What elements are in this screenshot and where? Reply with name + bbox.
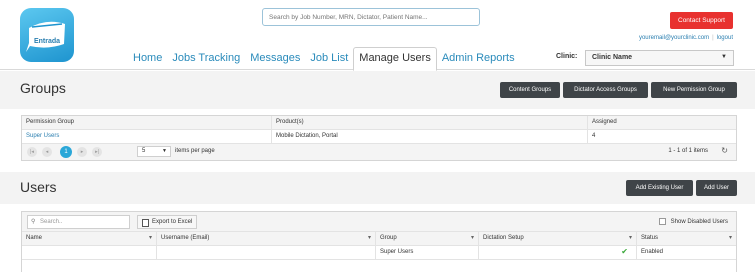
column-header-dictation-setup[interactable]: Dictation Setup ▾ [479, 232, 637, 245]
users-search-placeholder: Search.. [40, 219, 63, 225]
column-header-name[interactable]: Name ▾ [22, 232, 157, 245]
filter-dropdown-icon[interactable]: ▾ [149, 234, 152, 241]
content-groups-button[interactable]: Content Groups [500, 82, 560, 98]
dictator-access-groups-button[interactable]: Dictator Access Groups [563, 82, 648, 98]
new-permission-group-button[interactable]: New Permission Group [651, 82, 737, 98]
user-links: youremail@yourclinic.com | logout [639, 35, 733, 41]
table-row[interactable]: Super Users ✔ Enabled [22, 246, 736, 260]
column-header-group[interactable]: Group ▾ [376, 232, 479, 245]
logo-text: Entrada [33, 38, 61, 45]
tab-jobs-tracking[interactable]: Jobs Tracking [167, 52, 245, 70]
excel-icon [142, 219, 149, 227]
column-header-status-label: Status [641, 235, 659, 241]
user-name-cell [22, 246, 157, 259]
check-icon: ✔ [621, 247, 628, 256]
column-header-username-label: Username (Email) [161, 235, 210, 241]
contact-support-button[interactable]: Contact Support [670, 12, 733, 29]
logo-bubble-icon [26, 21, 65, 52]
clinic-select-value: Clinic Name [592, 54, 633, 61]
groups-pager: |◂ ◂ 1 ▸ ▸| 5 ▼ items per page 1 - 1 of … [22, 144, 736, 160]
clinic-select[interactable]: Clinic Name ▼ [585, 50, 734, 66]
tab-manage-users[interactable]: Manage Users [353, 47, 437, 71]
page-size-value: 5 [142, 148, 146, 154]
global-search-input[interactable] [262, 8, 480, 26]
group-assigned-cell: 4 [592, 133, 596, 139]
clinic-label: Clinic: [556, 53, 578, 60]
users-search-input[interactable]: ⚲ Search.. [27, 215, 130, 229]
filter-dropdown-icon[interactable]: ▾ [729, 234, 732, 241]
show-disabled-label: Show Disabled Users [670, 218, 728, 225]
tab-messages[interactable]: Messages [245, 52, 305, 70]
show-disabled-toggle[interactable]: Show Disabled Users [658, 218, 728, 225]
column-header-username[interactable]: Username (Email) ▾ [157, 232, 376, 245]
show-disabled-checkbox[interactable] [658, 218, 666, 225]
table-row: Super Users Mobile Dictation, Portal 4 [22, 130, 736, 144]
groups-grid-header: Permission Group Product(s) Assigned [22, 116, 736, 130]
group-name-link[interactable]: Super Users [26, 133, 59, 139]
entrada-logo[interactable]: Entrada [20, 8, 74, 62]
tab-home[interactable]: Home [128, 52, 167, 70]
groups-title: Groups [20, 80, 66, 96]
column-header-status[interactable]: Status ▾ [637, 232, 736, 245]
filter-dropdown-icon[interactable]: ▾ [368, 234, 371, 241]
users-grid-header: Name ▾ Username (Email) ▾ Group ▾ Dictation… [22, 232, 736, 246]
logout-link[interactable]: logout [717, 35, 733, 41]
link-separator: | [712, 35, 714, 41]
filter-dropdown-icon[interactable]: ▾ [471, 234, 474, 241]
add-existing-user-button[interactable]: Add Existing User [626, 180, 693, 196]
pager-info: 1 - 1 of 1 items [668, 148, 708, 154]
pager-current-page[interactable]: 1 [60, 146, 72, 158]
user-group-cell: Super Users [376, 246, 479, 259]
main-nav: Home Jobs Tracking Messages Job List Man… [128, 46, 520, 71]
search-icon: ⚲ [31, 219, 36, 225]
column-header-name-label: Name [26, 235, 43, 241]
chevron-down-icon: ▼ [721, 54, 727, 60]
app-header: Entrada Contact Support youremail@yourcl… [0, 0, 755, 71]
user-dictation-setup-cell: ✔ [479, 246, 637, 259]
add-user-button[interactable]: Add User [696, 180, 737, 196]
group-products-cell: Mobile Dictation, Portal [272, 130, 588, 143]
column-header-group-label: Group [380, 235, 397, 241]
user-email-link[interactable]: youremail@yourclinic.com [639, 35, 709, 41]
tab-admin-reports[interactable]: Admin Reports [437, 52, 520, 70]
page-size-select[interactable]: 5 ▼ [137, 146, 171, 157]
column-header-dictation-label: Dictation Setup [483, 235, 524, 241]
per-page-label: items per page [175, 148, 215, 154]
chevron-down-icon: ▼ [162, 148, 167, 154]
last-page-icon[interactable]: ▸| [92, 147, 102, 157]
export-label: Export to Excel [152, 219, 193, 225]
column-header-assigned[interactable]: Assigned [588, 116, 736, 129]
users-grid: ⚲ Search.. Export to Excel Show Disabled… [21, 211, 737, 272]
tab-job-list[interactable]: Job List [305, 52, 353, 70]
filter-dropdown-icon[interactable]: ▾ [629, 234, 632, 241]
column-header-products[interactable]: Product(s) [272, 116, 588, 129]
users-title: Users [20, 179, 57, 195]
user-username-cell [157, 246, 376, 259]
users-toolbar: ⚲ Search.. Export to Excel Show Disabled… [22, 212, 736, 232]
column-header-permission-group[interactable]: Permission Group [22, 116, 272, 129]
next-page-icon[interactable]: ▸ [77, 147, 87, 157]
first-page-icon[interactable]: |◂ [27, 147, 37, 157]
refresh-icon[interactable]: ↻ [721, 146, 728, 155]
group-name-cell: Super Users [22, 130, 272, 143]
groups-grid: Permission Group Product(s) Assigned Sup… [21, 115, 737, 161]
export-to-excel-button[interactable]: Export to Excel [137, 215, 198, 229]
prev-page-icon[interactable]: ◂ [42, 147, 52, 157]
user-status-cell: Enabled [641, 249, 664, 255]
